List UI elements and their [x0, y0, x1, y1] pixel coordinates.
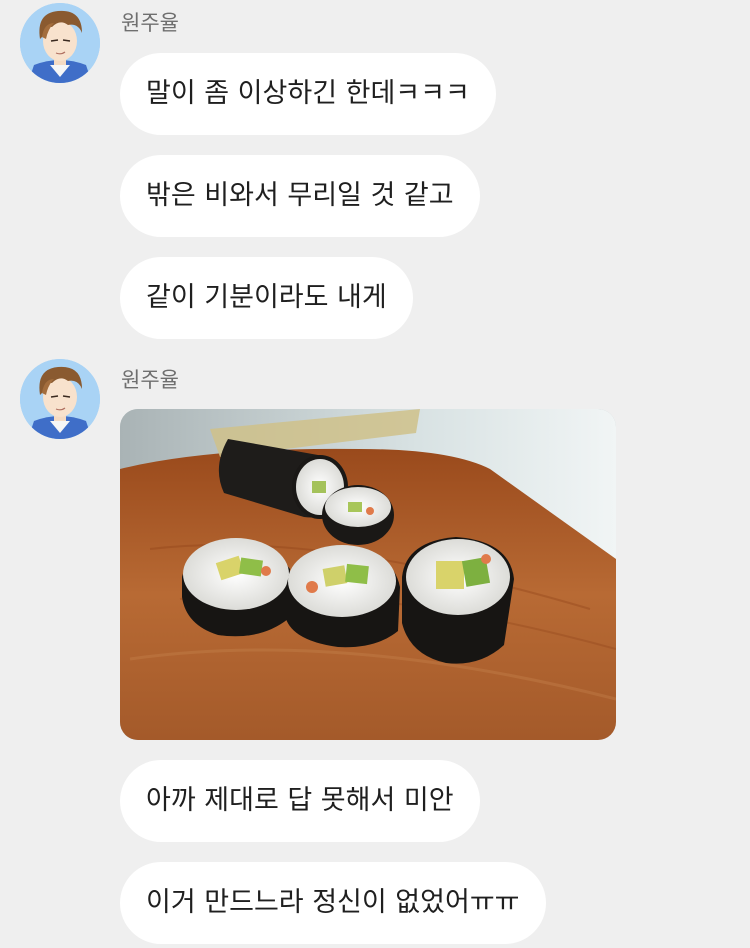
sender-avatar[interactable]: [20, 359, 100, 439]
kimbap-photo-illustration: [120, 409, 616, 740]
message-bubble[interactable]: 같이 기분이라도 내게: [120, 257, 413, 339]
sender-name: 원주율: [121, 11, 179, 35]
message-bubble[interactable]: 말이 좀 이상하긴 한데ㅋㅋㅋ: [120, 53, 496, 135]
avatar-illustration: [20, 3, 100, 83]
message-bubble[interactable]: 아까 제대로 답 못해서 미안: [120, 760, 480, 842]
message-bubble[interactable]: 밖은 비와서 무리일 것 같고: [120, 155, 480, 237]
kimbap-photo[interactable]: [120, 409, 616, 740]
message-bubble[interactable]: 이거 만드느라 정신이 없었어ㅠㅠ: [120, 862, 546, 944]
sender-avatar[interactable]: [20, 3, 100, 83]
avatar-illustration: [20, 359, 100, 439]
sender-name: 원주율: [121, 368, 179, 392]
